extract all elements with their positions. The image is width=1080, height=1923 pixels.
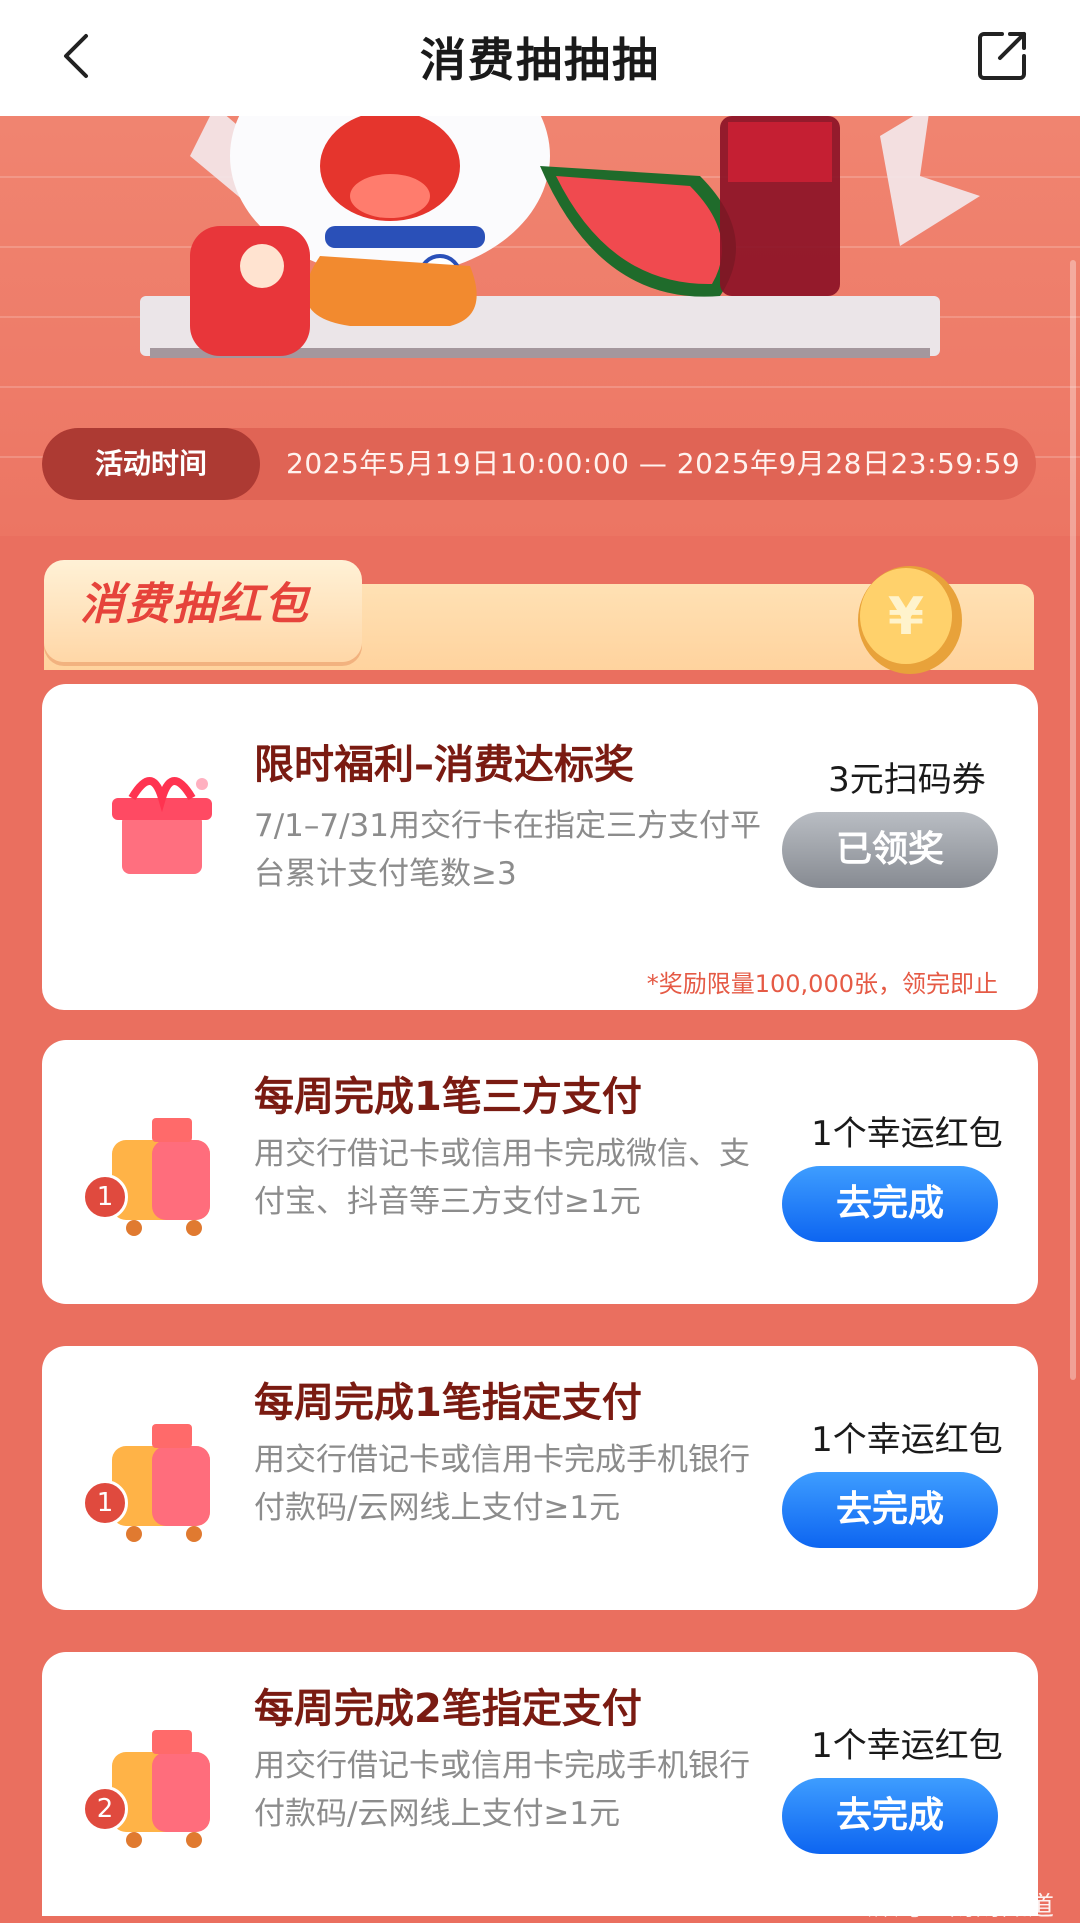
go-complete-button[interactable]: 去完成 <box>782 1778 998 1854</box>
go-complete-button[interactable]: 去完成 <box>782 1472 998 1548</box>
activity-time-bar: 活动时间 2025年5月19日10:00:00 — 2025年9月28日23:5… <box>42 428 1036 500</box>
task-title: 每周完成1笔三方支付 <box>254 1074 642 1120</box>
task-title: 限时福利–消费达标奖 <box>254 742 634 788</box>
task-description: 用交行借记卡或信用卡完成手机银行付款码/云网线上支付≥1元 <box>254 1442 750 1526</box>
task-reward: 1个幸运红包 <box>811 1726 1003 1766</box>
task-card-1: 限时福利–消费达标奖 7/1–7/31用交行卡在指定三方支付平台累计支付笔数≥3… <box>42 684 1038 954</box>
claimed-button[interactable]: 已领奖 <box>782 812 998 888</box>
task-card-3: 1 每周完成1笔指定支付 用交行借记卡或信用卡完成手机银行付款码/云网线上支付≥… <box>42 1346 1038 1610</box>
svg-text:¥: ¥ <box>888 587 924 647</box>
task-title: 每周完成2笔指定支付 <box>254 1686 642 1732</box>
top-nav-bar: 消费抽抽抽 <box>0 0 1080 116</box>
watermark-text: 公众号 · 财财知道 <box>847 1892 1054 1922</box>
task-reward: 3元扫码券 <box>828 760 986 800</box>
activity-time-label: 活动时间 <box>42 428 260 500</box>
gift-box-icon <box>112 777 212 874</box>
scrollbar[interactable] <box>1070 260 1076 1380</box>
go-complete-button[interactable]: 去完成 <box>782 1166 998 1242</box>
section-title: 消费抽红包 <box>80 579 310 630</box>
task-description: 7/1–7/31用交行卡在指定三方支付平台累计支付笔数≥3 <box>254 808 762 892</box>
share-button[interactable] <box>972 26 1032 86</box>
task-reward: 1个幸运红包 <box>811 1114 1003 1154</box>
sequence-badge: 2 <box>82 1786 128 1832</box>
sequence-badge: 1 <box>82 1174 128 1220</box>
limit-note: *奖励限量100,000张，领完即止 <box>646 970 998 998</box>
task-title: 每周完成1笔指定支付 <box>254 1380 642 1426</box>
task-reward: 1个幸运红包 <box>811 1420 1003 1460</box>
limit-note-strip: *奖励限量100,000张，领完即止 <box>42 952 1038 1010</box>
task-description: 用交行借记卡或信用卡完成手机银行付款码/云网线上支付≥1元 <box>254 1748 750 1832</box>
task-card-2: 1 每周完成1笔三方支付 用交行借记卡或信用卡完成微信、支付宝、抖音等三方支付≥… <box>42 1040 1038 1304</box>
activity-time-range: 2025年5月19日10:00:00 — 2025年9月28日23:59:59 <box>286 447 1021 480</box>
task-card-4: 2 每周完成2笔指定支付 用交行借记卡或信用卡完成手机银行付款码/云网线上支付≥… <box>42 1652 1038 1916</box>
sequence-badge: 1 <box>82 1480 128 1526</box>
coin-icon: ¥ <box>858 566 962 674</box>
task-description: 用交行借记卡或信用卡完成微信、支付宝、抖音等三方支付≥1元 <box>254 1136 750 1220</box>
share-icon <box>978 32 1026 80</box>
page-title: 消费抽抽抽 <box>420 33 660 87</box>
